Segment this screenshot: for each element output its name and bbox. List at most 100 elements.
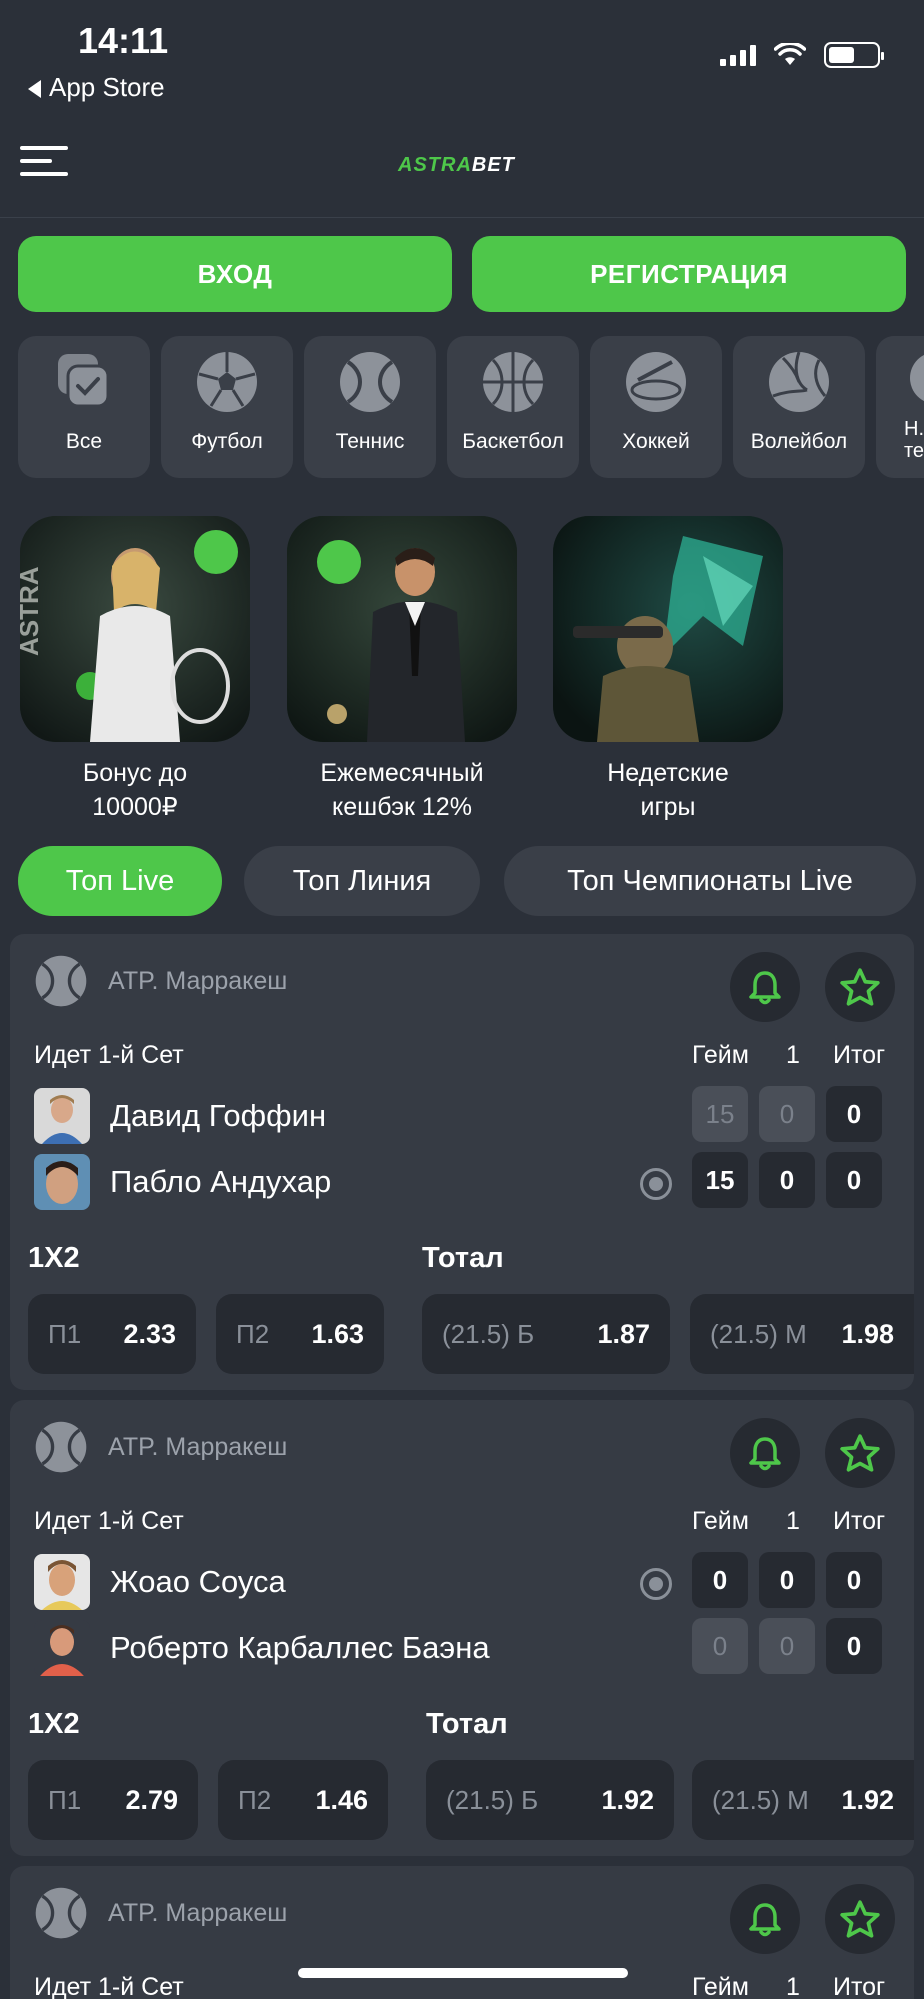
notify-bell-button[interactable] — [730, 952, 800, 1022]
clock: 14:11 — [78, 20, 169, 61]
bell-icon — [749, 971, 781, 1005]
game-column-header: Гейм — [692, 1041, 749, 1069]
all-sports-icon — [58, 354, 110, 408]
notify-bell-button[interactable] — [730, 1418, 800, 1488]
set-column-header: 1 — [786, 1041, 800, 1069]
game-column-header: Гейм — [692, 1507, 749, 1535]
odd-total-over-button[interactable]: (21.5) Б 1.92 — [426, 1760, 674, 1840]
status-icons — [720, 42, 884, 68]
promo-bonus-image: ASTRA — [20, 516, 250, 742]
player-name: Жоао Соуса — [110, 1564, 286, 1599]
favorite-star-button[interactable] — [825, 1884, 895, 1954]
tab-top-championships-live[interactable]: Топ Чемпионаты Live — [504, 846, 916, 916]
league-name: ATP. Марракеш — [108, 1898, 288, 1927]
favorite-star-button[interactable] — [825, 952, 895, 1022]
table-tennis-icon — [910, 354, 924, 402]
cellular-signal-icon — [720, 44, 756, 66]
login-button[interactable]: ВХОД — [18, 236, 452, 312]
player-2-game-score: 0 — [692, 1618, 748, 1674]
sport-filter-basketball[interactable]: Баскетбол — [447, 336, 579, 478]
volleyball-icon — [769, 351, 829, 412]
odd-total-under-button[interactable]: (21.5) М 1.98 — [690, 1294, 914, 1374]
avatar — [34, 1088, 90, 1144]
odd-total-under-button[interactable]: (21.5) М 1.92 — [692, 1760, 914, 1840]
back-label: App Store — [49, 72, 165, 102]
wifi-icon — [774, 43, 806, 65]
sports-filter-row: Все Футбол Теннис Баскетбол Хоккей Волей… — [18, 336, 924, 478]
player-1-set-score: 0 — [759, 1552, 815, 1608]
notify-bell-button[interactable] — [730, 1884, 800, 1954]
player-1-game-score: 0 — [692, 1552, 748, 1608]
star-icon — [840, 1434, 880, 1472]
tennis-ball-icon — [35, 1421, 87, 1473]
match-card[interactable]: ATP. Марракеш Идет 1-й Сет Гейм 1 Итог Ж… — [10, 1400, 914, 1856]
league-name: ATP. Марракеш — [108, 1432, 288, 1461]
player-name: Пабло Андухар — [110, 1164, 332, 1199]
sport-filter-football[interactable]: Футбол — [161, 336, 293, 478]
player-2-row: Пабло Андухар — [34, 1154, 331, 1210]
league-name: ATP. Марракеш — [108, 966, 288, 995]
avatar — [34, 1554, 90, 1610]
star-icon — [840, 968, 880, 1006]
hockey-puck-icon — [626, 352, 686, 412]
market-total-label: Тотал — [426, 1708, 508, 1740]
sport-filter-tennis[interactable]: Теннис — [304, 336, 436, 478]
player-1-row: Жоао Соуса — [34, 1554, 286, 1610]
status-bar: 14:11 App Store — [0, 0, 924, 110]
odd-p2-button[interactable]: П2 1.46 — [218, 1760, 388, 1840]
sport-filter-volleyball[interactable]: Волейбол — [733, 336, 865, 478]
back-arrow-icon — [28, 80, 41, 99]
tennis-ball-icon — [35, 1887, 87, 1939]
match-card[interactable]: ATP. Марракеш Идет 1-й Сет Гейм 1 Итог — [10, 1866, 914, 1999]
market-1x2-label: 1X2 — [28, 1708, 80, 1740]
tennis-ball-icon — [340, 352, 400, 412]
promo-cashback-image — [287, 516, 517, 742]
sport-filter-all[interactable]: Все — [18, 336, 150, 478]
set-column-header: 1 — [786, 1973, 800, 1999]
match-league-row: ATP. Марракеш — [34, 1886, 287, 1940]
match-league-row: ATP. Марракеш — [34, 1420, 287, 1474]
game-column-header: Гейм — [692, 1973, 749, 1999]
odd-p1-button[interactable]: П1 2.79 — [28, 1760, 198, 1840]
sport-filter-table-tennis[interactable]: Н... те... — [876, 336, 924, 478]
home-indicator[interactable] — [298, 1968, 628, 1978]
favorite-star-button[interactable] — [825, 1418, 895, 1488]
odd-p1-button[interactable]: П1 2.33 — [28, 1294, 196, 1374]
promo-cashback[interactable]: Ежемесячный кешбэк 12% — [287, 516, 517, 824]
player-name: Роберто Карбаллес Баэна — [110, 1630, 490, 1665]
market-total-label: Тотал — [422, 1242, 504, 1274]
basketball-icon — [483, 352, 543, 412]
tennis-ball-icon — [35, 955, 87, 1007]
player-2-row: Роберто Карбаллес Баэна — [34, 1620, 490, 1676]
player-name: Давид Гоффин — [110, 1098, 327, 1133]
back-to-app-store-link[interactable]: App Store — [28, 72, 165, 103]
promo-games[interactable]: Недетские игры — [553, 516, 783, 824]
odd-total-over-button[interactable]: (21.5) Б 1.87 — [422, 1294, 670, 1374]
odd-p2-button[interactable]: П2 1.63 — [216, 1294, 384, 1374]
match-card[interactable]: ATP. Марракеш Идет 1-й Сет Гейм 1 Итог Д… — [10, 934, 914, 1390]
menu-icon[interactable] — [20, 146, 76, 182]
serving-indicator-icon — [640, 1168, 672, 1200]
tab-top-line[interactable]: Топ Линия — [244, 846, 480, 916]
set-status: Идет 1-й Сет — [34, 1973, 184, 1999]
set-status: Идет 1-й Сет — [34, 1507, 184, 1535]
bell-icon — [749, 1903, 781, 1937]
serving-indicator-icon — [640, 1568, 672, 1600]
set-column-header: 1 — [786, 1507, 800, 1535]
register-button[interactable]: РЕГИСТРАЦИЯ — [472, 236, 906, 312]
player-2-total-score: 0 — [826, 1152, 882, 1208]
player-1-game-score: 15 — [692, 1086, 748, 1142]
player-2-set-score: 0 — [759, 1152, 815, 1208]
star-icon — [840, 1900, 880, 1938]
sport-filter-hockey[interactable]: Хоккей — [590, 336, 722, 478]
avatar — [34, 1154, 90, 1210]
player-1-total-score: 0 — [826, 1086, 882, 1142]
player-2-total-score: 0 — [826, 1618, 882, 1674]
tab-top-live[interactable]: Топ Live — [18, 846, 222, 916]
bell-icon — [749, 1437, 781, 1471]
soccer-ball-icon — [197, 352, 257, 412]
promo-bonus[interactable]: ASTRA Бонус до 10000₽ — [20, 516, 250, 824]
player-2-game-score: 15 — [692, 1152, 748, 1208]
promo-games-caption: Недетские игры — [607, 759, 729, 821]
set-status: Идет 1-й Сет — [34, 1041, 184, 1069]
